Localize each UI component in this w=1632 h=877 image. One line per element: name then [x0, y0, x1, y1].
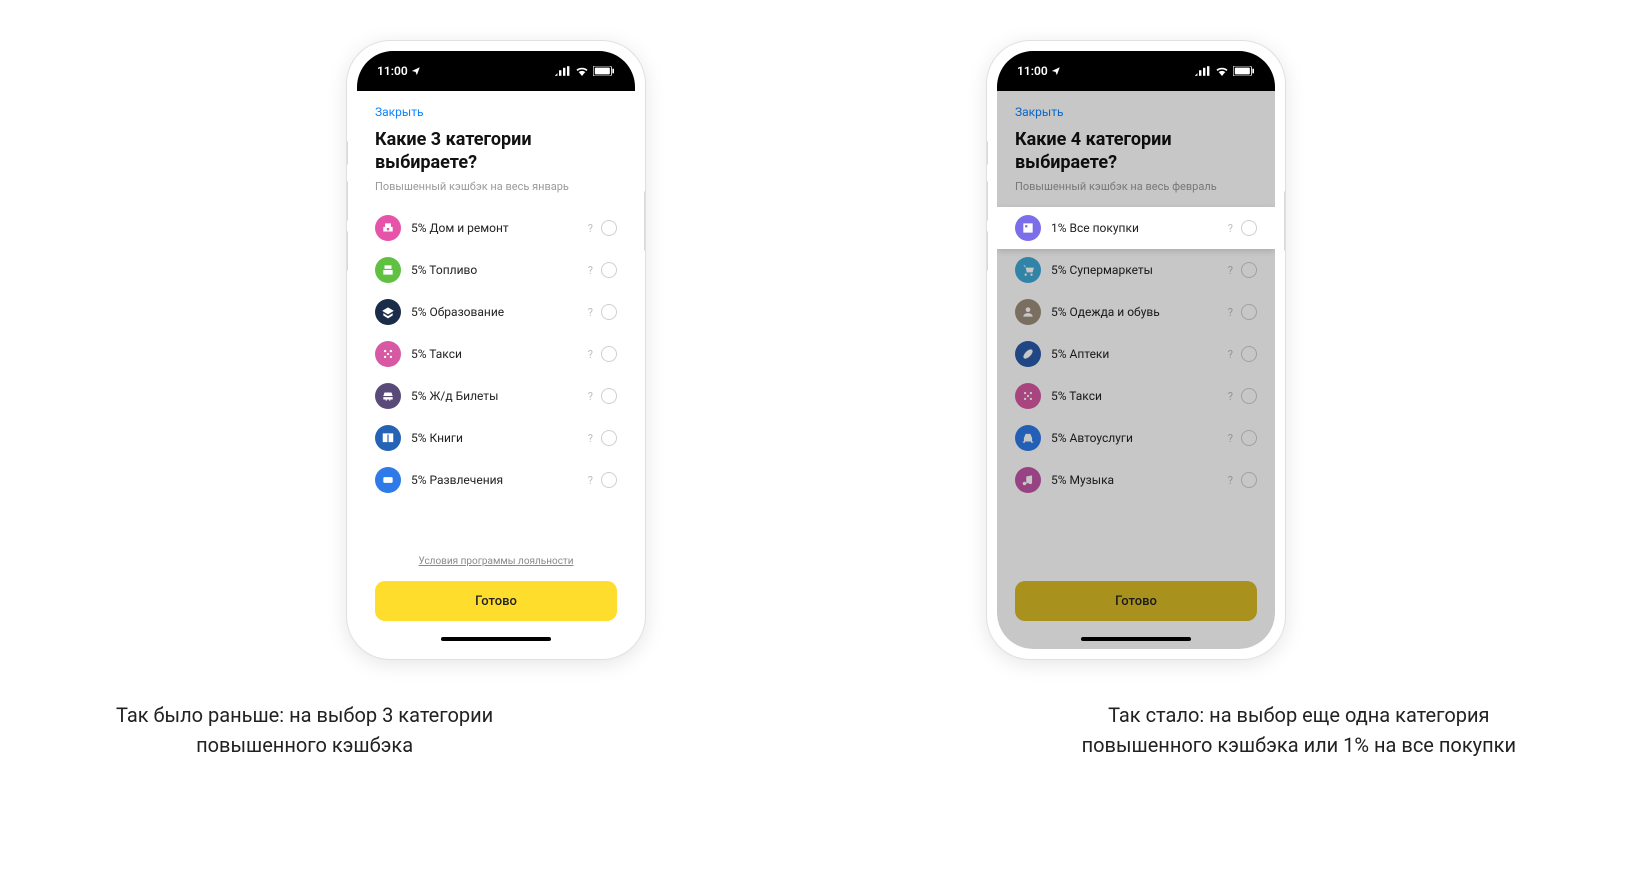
category-item[interactable]: 5% Такси ?	[1015, 375, 1257, 417]
category-icon	[1015, 425, 1041, 451]
help-icon[interactable]: ?	[588, 306, 593, 319]
category-icon	[375, 299, 401, 325]
radio-button[interactable]	[601, 262, 617, 278]
help-icon[interactable]: ?	[1228, 390, 1233, 403]
category-item[interactable]: 1% Все покупки ?	[997, 207, 1275, 249]
help-icon[interactable]: ?	[588, 348, 593, 361]
category-icon	[375, 425, 401, 451]
category-label: 5% Такси	[411, 347, 578, 361]
category-label: 5% Одежда и обувь	[1051, 305, 1218, 319]
radio-button[interactable]	[601, 346, 617, 362]
done-button[interactable]: Готово	[1015, 581, 1257, 621]
radio-button[interactable]	[601, 472, 617, 488]
category-icon	[375, 341, 401, 367]
help-icon[interactable]: ?	[1228, 474, 1233, 487]
radio-button[interactable]	[1241, 304, 1257, 320]
category-icon	[1015, 215, 1041, 241]
location-icon	[411, 66, 421, 76]
category-label: 1% Все покупки	[1051, 221, 1218, 235]
category-icon	[375, 215, 401, 241]
help-icon[interactable]: ?	[1228, 222, 1233, 235]
category-item[interactable]: 5% Дом и ремонт ?	[375, 207, 617, 249]
battery-icon	[1233, 66, 1255, 76]
help-icon[interactable]: ?	[588, 390, 593, 403]
page-title: Какие 3 категории выбираете?	[375, 129, 617, 174]
category-item[interactable]: 5% Одежда и обувь ?	[1015, 291, 1257, 333]
category-icon	[375, 383, 401, 409]
caption-after: Так стало: на выбор еще одна категорияпо…	[1082, 700, 1516, 760]
done-button[interactable]: Готово	[375, 581, 617, 621]
help-icon[interactable]: ?	[588, 222, 593, 235]
category-label: 5% Образование	[411, 305, 578, 319]
category-item[interactable]: 5% Топливо ?	[375, 249, 617, 291]
radio-button[interactable]	[1241, 430, 1257, 446]
page-subtitle: Повышенный кэшбэк на весь январь	[375, 180, 617, 193]
caption-before: Так было раньше: на выбор 3 категориипов…	[116, 700, 493, 760]
home-indicator[interactable]	[441, 637, 551, 641]
category-icon	[1015, 257, 1041, 283]
category-item[interactable]: 5% Книги ?	[375, 417, 617, 459]
radio-button[interactable]	[1241, 220, 1257, 236]
help-icon[interactable]: ?	[1228, 348, 1233, 361]
help-icon[interactable]: ?	[1228, 432, 1233, 445]
category-label: 5% Топливо	[411, 263, 578, 277]
help-icon[interactable]: ?	[1228, 264, 1233, 277]
close-link[interactable]: Закрыть	[1015, 105, 1257, 119]
phone-notch	[431, 51, 561, 79]
category-icon	[1015, 341, 1041, 367]
category-label: 5% Развлечения	[411, 473, 578, 487]
radio-button[interactable]	[601, 304, 617, 320]
category-list: 1% Все покупки ? 5% Супермаркеты ? 5% Од…	[1015, 207, 1257, 557]
status-time: 11:00	[377, 64, 408, 78]
category-label: 5% Книги	[411, 431, 578, 445]
category-label: 5% Ж/д Билеты	[411, 389, 578, 403]
category-item[interactable]: 5% Супермаркеты ?	[1015, 249, 1257, 291]
category-icon	[1015, 383, 1041, 409]
category-list: 5% Дом и ремонт ? 5% Топливо ? 5% Образо…	[375, 207, 617, 546]
category-item[interactable]: 5% Музыка ?	[1015, 459, 1257, 501]
category-icon	[375, 467, 401, 493]
phone-before: 11:00 Закрыть Какие 3 категории выбирает…	[346, 40, 646, 660]
radio-button[interactable]	[1241, 472, 1257, 488]
terms-link[interactable]: Условия программы лояльности	[375, 556, 617, 567]
radio-button[interactable]	[601, 220, 617, 236]
help-icon[interactable]: ?	[1228, 306, 1233, 319]
phone-notch	[1071, 51, 1201, 79]
help-icon[interactable]: ?	[588, 264, 593, 277]
category-item[interactable]: 5% Автоуслуги ?	[1015, 417, 1257, 459]
location-icon	[1051, 66, 1061, 76]
category-label: 5% Аптеки	[1051, 347, 1218, 361]
battery-icon	[593, 66, 615, 76]
category-item[interactable]: 5% Образование ?	[375, 291, 617, 333]
radio-button[interactable]	[601, 430, 617, 446]
radio-button[interactable]	[601, 388, 617, 404]
category-icon	[1015, 467, 1041, 493]
category-item[interactable]: 5% Аптеки ?	[1015, 333, 1257, 375]
category-item[interactable]: 5% Такси ?	[375, 333, 617, 375]
category-label: 5% Дом и ремонт	[411, 221, 578, 235]
category-item[interactable]: 5% Ж/д Билеты ?	[375, 375, 617, 417]
page-subtitle: Повышенный кэшбэк на весь февраль	[1015, 180, 1257, 193]
home-indicator[interactable]	[1081, 637, 1191, 641]
radio-button[interactable]	[1241, 388, 1257, 404]
category-icon	[1015, 299, 1041, 325]
help-icon[interactable]: ?	[588, 474, 593, 487]
page-title: Какие 4 категории выбираете?	[1015, 129, 1257, 174]
category-label: 5% Такси	[1051, 389, 1218, 403]
category-item[interactable]: 5% Развлечения ?	[375, 459, 617, 501]
radio-button[interactable]	[1241, 262, 1257, 278]
category-label: 5% Супермаркеты	[1051, 263, 1218, 277]
radio-button[interactable]	[1241, 346, 1257, 362]
phone-after: 11:00 Закрыть Какие 4 категории выбирает…	[986, 40, 1286, 660]
status-time: 11:00	[1017, 64, 1048, 78]
help-icon[interactable]: ?	[588, 432, 593, 445]
category-label: 5% Музыка	[1051, 473, 1218, 487]
category-icon	[375, 257, 401, 283]
wifi-icon	[575, 66, 589, 76]
wifi-icon	[1215, 66, 1229, 76]
close-link[interactable]: Закрыть	[375, 105, 617, 119]
category-label: 5% Автоуслуги	[1051, 431, 1218, 445]
